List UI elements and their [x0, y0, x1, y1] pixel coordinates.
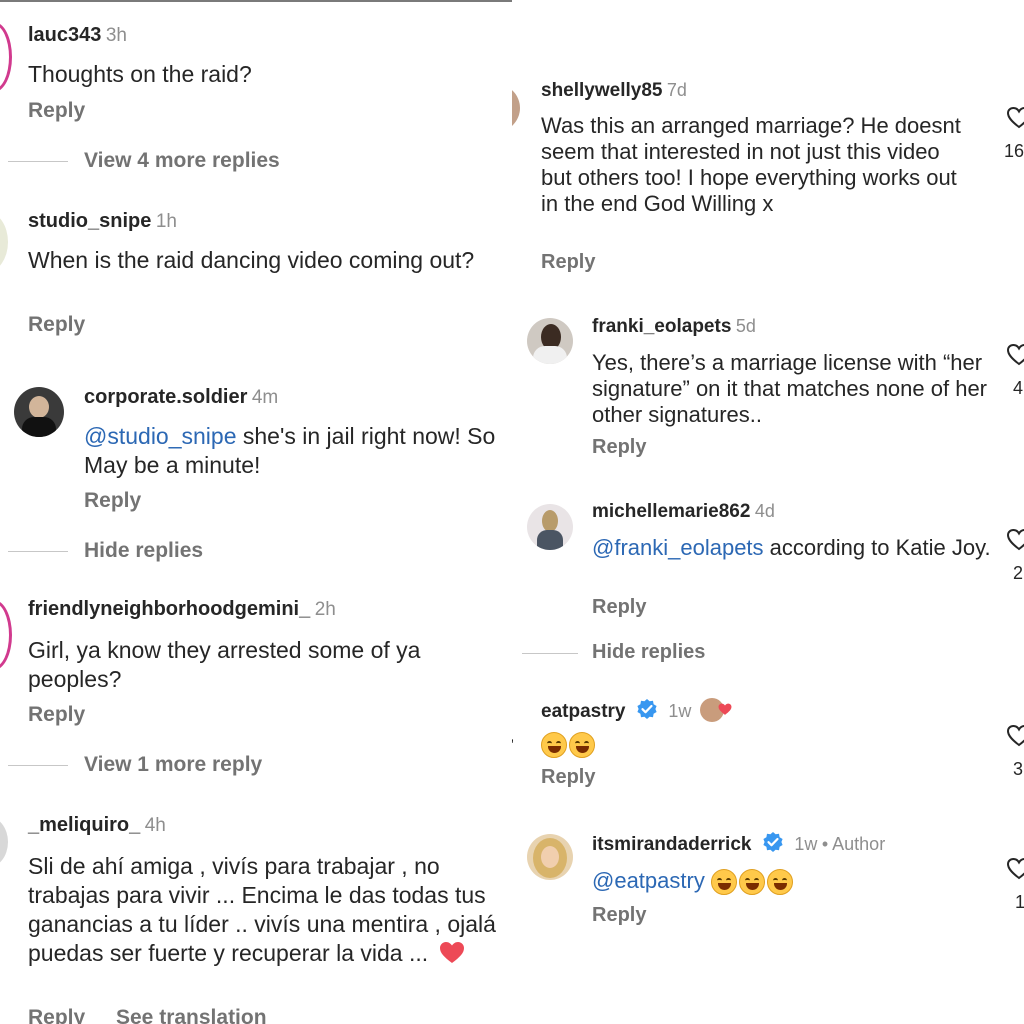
reply-button[interactable]: Reply: [541, 251, 595, 274]
comment-time: 1w: [668, 701, 692, 721]
comment-time: 4m: [251, 387, 279, 408]
reply-button[interactable]: Reply: [84, 489, 141, 513]
like-count: 2: [1013, 563, 1024, 583]
red-heart-icon: [439, 942, 464, 963]
comment-username[interactable]: studio_snipe: [28, 210, 151, 232]
author-label: • Author: [821, 834, 886, 854]
comment-text: Was this an arranged marriage? He doesnt…: [541, 113, 961, 216]
comment-username[interactable]: _meliquiro_: [28, 814, 140, 836]
laughing-emoji-icon: [766, 869, 793, 896]
comment-time: 1h: [155, 211, 177, 232]
like-heart-icon[interactable]: [1006, 528, 1024, 552]
reply-button[interactable]: Reply: [28, 313, 85, 337]
comment-header: franki_eolapets 5d: [592, 316, 756, 338]
comment-text: Sli de ahí amiga , vivís para trabajar ,…: [28, 852, 506, 968]
avatar-ring: [0, 600, 12, 670]
like-heart-icon[interactable]: [1006, 724, 1024, 748]
comment-time: 4d: [754, 501, 775, 521]
comment-header: studio_snipe 1h: [28, 210, 177, 233]
top-divider: [0, 0, 512, 2]
comment-username[interactable]: eatpastry: [541, 701, 626, 722]
comment-text: @studio_snipe she's in jail right now! S…: [84, 422, 504, 480]
comment-username[interactable]: lauc343: [28, 24, 101, 46]
comment-header: lauc343 3h: [28, 24, 127, 47]
avatar[interactable]: [527, 318, 573, 364]
avatar[interactable]: [0, 816, 8, 868]
reply-button[interactable]: Reply: [28, 99, 85, 123]
comment-header: corporate.soldier 4m: [84, 386, 278, 409]
comment-text: Girl, ya know they arrested some of ya p…: [28, 637, 421, 692]
laughing-emoji-icon: [710, 869, 737, 896]
like-count: 4: [1013, 378, 1024, 398]
verified-badge-icon: [763, 832, 783, 852]
thread-line: [8, 551, 68, 552]
reply-button[interactable]: Reply: [592, 904, 646, 927]
laughing-emoji-icon: [541, 732, 567, 758]
reply-button[interactable]: Reply: [592, 596, 646, 619]
comment-time: 3h: [105, 25, 127, 46]
mention-link[interactable]: @franki_eolapets: [592, 535, 764, 560]
avatar[interactable]: [14, 387, 64, 437]
comment-username[interactable]: shellywelly85: [541, 80, 662, 101]
like-heart-icon[interactable]: [1006, 857, 1024, 881]
comment-username[interactable]: franki_eolapets: [592, 316, 731, 337]
comment-time: 4h: [144, 815, 166, 836]
comment-username[interactable]: corporate.soldier: [84, 386, 247, 408]
hide-replies-button[interactable]: Hide replies: [592, 641, 705, 664]
laughing-emoji-icon: [569, 732, 595, 758]
comment-text: @eatpastry: [592, 868, 992, 896]
like-count: 3: [1013, 759, 1024, 779]
comment-body: Sli de ahí amiga , vivís para trabajar ,…: [28, 853, 496, 966]
like-heart-icon[interactable]: [1006, 343, 1024, 367]
comment-header: friendlyneighborhoodgemini_ 2h: [28, 598, 336, 621]
reply-button[interactable]: Reply: [541, 766, 595, 789]
avatar[interactable]: [527, 834, 573, 880]
left-screenshot-panel: lauc343 3h Thoughts on the raid? Reply V…: [0, 0, 512, 1024]
reply-button[interactable]: Reply: [592, 436, 646, 459]
thread-connector: ,: [512, 728, 514, 746]
like-count: 16: [1004, 141, 1024, 161]
reply-button[interactable]: Reply: [28, 1006, 85, 1024]
comment-header: _meliquiro_ 4h: [28, 814, 166, 837]
comment-text: Yes, there’s a marriage license with “he…: [592, 350, 988, 427]
reply-button[interactable]: Reply: [28, 703, 85, 727]
see-translation-button[interactable]: See translation: [116, 1006, 267, 1024]
comment-text: Thoughts on the raid?: [28, 61, 252, 87]
view-more-replies-button[interactable]: View 4 more replies: [84, 149, 280, 173]
comment-header: shellywelly85 7d: [541, 80, 687, 102]
avatar[interactable]: [512, 84, 520, 132]
comment-text: When is the raid dancing video coming ou…: [28, 247, 475, 273]
comment-time: 5d: [735, 316, 756, 336]
thread-line: [522, 653, 578, 654]
comment-time: 7d: [666, 80, 687, 100]
comment-header: eatpastry 1w: [541, 698, 732, 723]
comment-body: according to Katie Joy.: [763, 535, 991, 560]
comment-emoji-text: [541, 732, 597, 758]
avatar[interactable]: [527, 504, 573, 550]
like-count: 1: [1015, 892, 1024, 912]
comment-time: 1w: [794, 834, 818, 854]
right-screenshot-panel: shellywelly85 7d Was this an arranged ma…: [512, 0, 1024, 1024]
thread-line: [8, 765, 68, 766]
author-liked-avatar: [699, 698, 732, 722]
comment-username[interactable]: friendlyneighborhoodgemini_: [28, 598, 310, 620]
comment-text: @franki_eolapets according to Katie Joy.: [592, 535, 992, 561]
avatar[interactable]: [0, 212, 8, 272]
comment-time: 2h: [314, 599, 336, 620]
hide-replies-button[interactable]: Hide replies: [84, 539, 203, 563]
thread-line: [8, 161, 68, 162]
mention-link[interactable]: @studio_snipe: [84, 423, 237, 449]
comment-header: itsmirandaderrick 1w • Author: [592, 831, 885, 856]
comment-header: michellemarie862 4d: [592, 501, 775, 523]
comment-username[interactable]: michellemarie862: [592, 501, 750, 522]
avatar-ring: [0, 22, 12, 92]
mention-link[interactable]: @eatpastry: [592, 868, 705, 893]
red-heart-icon: [718, 703, 732, 715]
comment-username[interactable]: itsmirandaderrick: [592, 834, 751, 855]
like-heart-icon[interactable]: [1006, 106, 1024, 130]
verified-badge-icon: [637, 699, 657, 719]
view-more-replies-button[interactable]: View 1 more reply: [84, 753, 262, 777]
laughing-emoji-icon: [738, 869, 765, 896]
